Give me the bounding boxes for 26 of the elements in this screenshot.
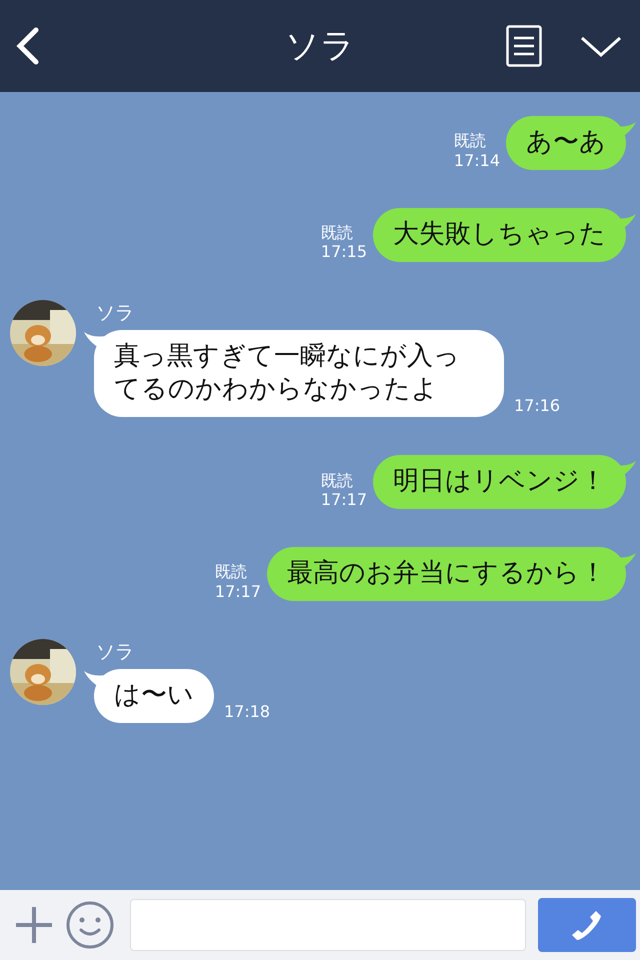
message-input[interactable] xyxy=(130,899,526,951)
sender-name: ソラ xyxy=(96,300,135,326)
call-button[interactable] xyxy=(538,898,636,952)
message-time: 17:18 xyxy=(224,702,270,721)
read-receipt: 既読 xyxy=(454,131,487,151)
read-receipt: 既読 xyxy=(320,470,354,490)
message-time: 17:17 xyxy=(214,582,261,601)
message-time: 17:17 xyxy=(320,490,367,509)
sender-name: ソラ xyxy=(96,640,135,665)
chat-title: ソラ xyxy=(285,25,355,68)
smiley-icon[interactable] xyxy=(66,901,114,949)
message-time: 17:16 xyxy=(514,396,560,416)
back-icon[interactable] xyxy=(14,26,40,66)
notes-icon[interactable] xyxy=(506,25,542,67)
message-bubble: 明日はリベンジ！ xyxy=(373,455,626,509)
message-bubble: は〜い xyxy=(94,668,214,723)
message-bubble: 大失敗しちゃった xyxy=(373,208,626,262)
message-time: 17:14 xyxy=(454,150,500,170)
chevron-down-icon[interactable] xyxy=(580,35,622,57)
message-bubble: 真っ黒すぎて一瞬なにが入ってるのかわからなかったよ xyxy=(94,330,504,418)
message-bubble: あ〜あ xyxy=(506,116,626,170)
read-receipt: 既読 xyxy=(214,562,248,582)
message-time: 17:15 xyxy=(320,242,367,262)
plus-icon[interactable] xyxy=(14,905,54,945)
message-bubble: 最高のお弁当にするから！ xyxy=(267,546,626,601)
read-receipt: 既読 xyxy=(320,223,354,242)
